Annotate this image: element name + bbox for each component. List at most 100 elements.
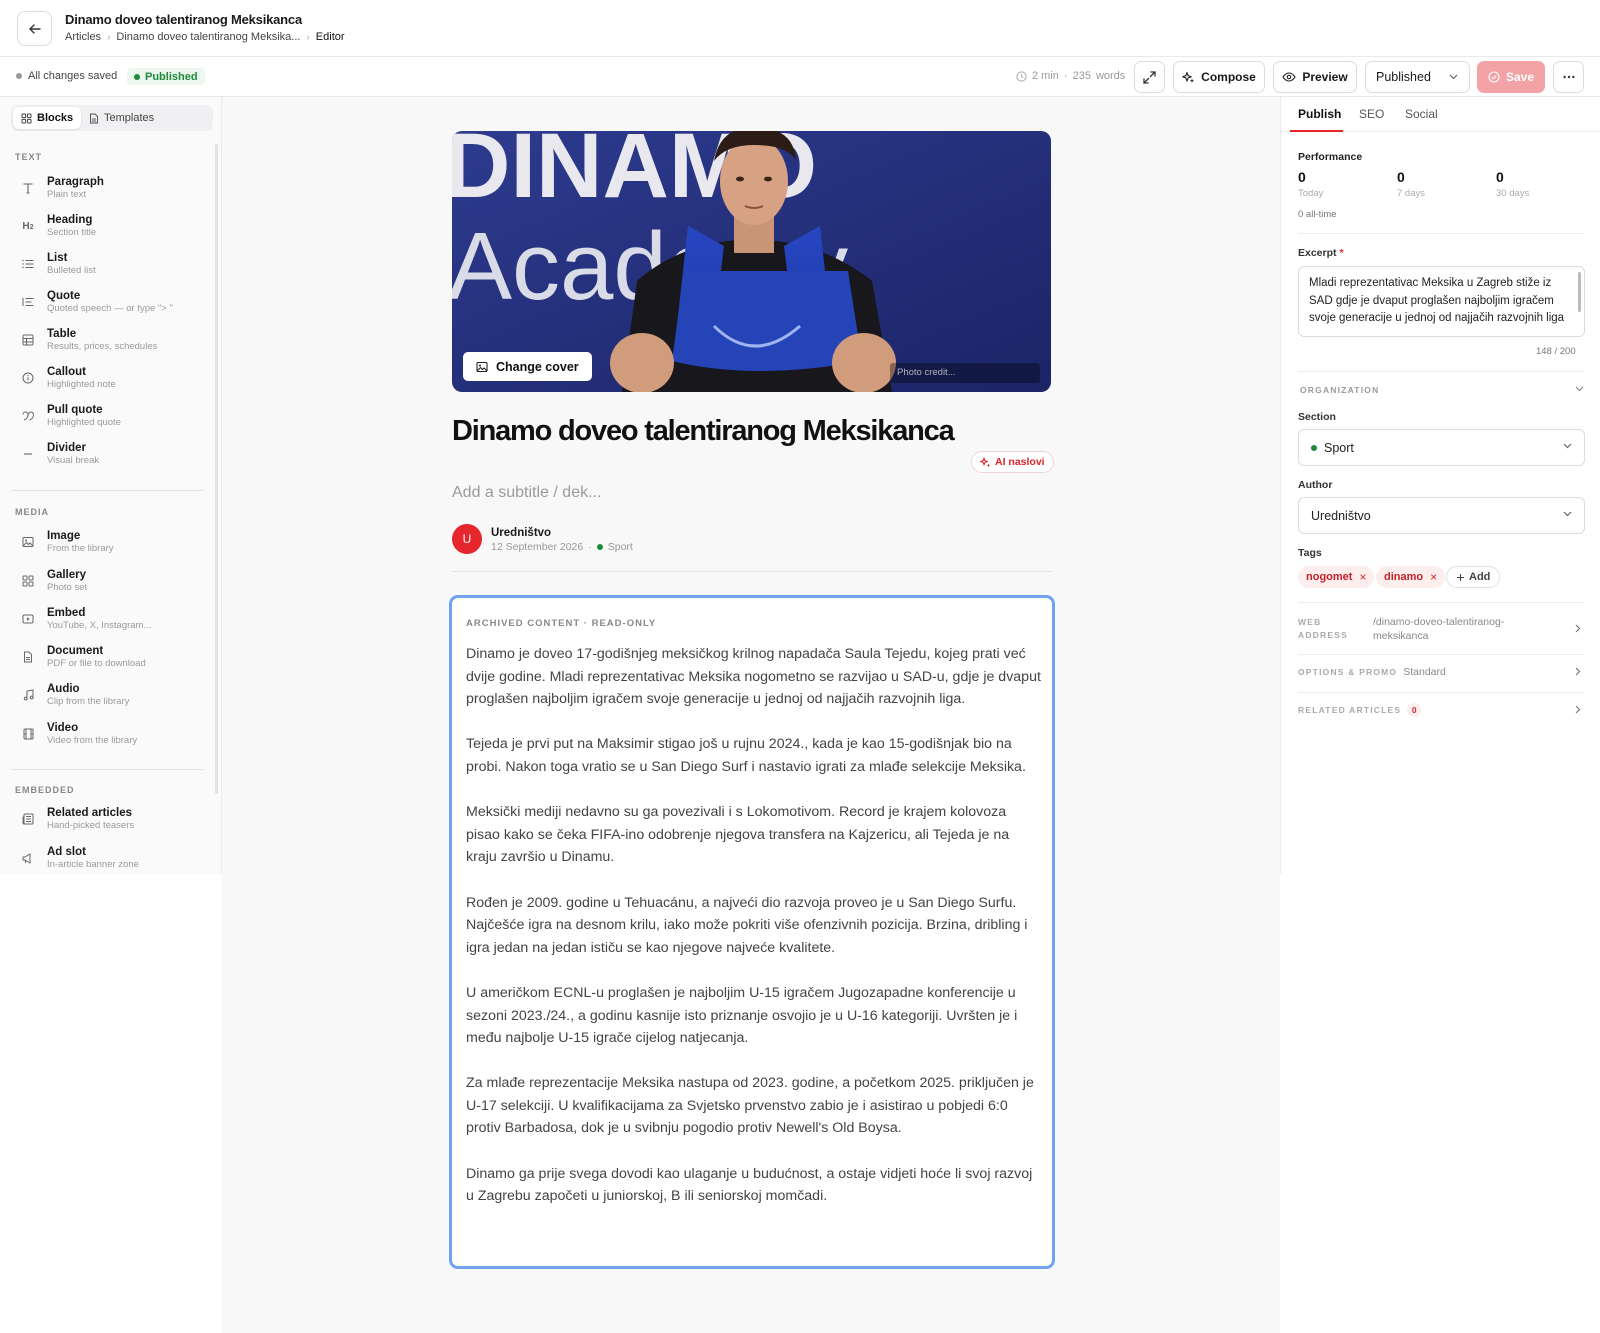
check-circle-icon xyxy=(1488,71,1500,83)
web-address-label-line: ADDRESS xyxy=(1298,630,1348,640)
more-horizontal-icon xyxy=(1562,75,1575,79)
block-embed[interactable]: Embed YouTube, X, Instagram... xyxy=(16,602,206,636)
block-quote[interactable]: Quote Quoted speech — or type "> " xyxy=(16,285,206,319)
word-count-value: 235 xyxy=(1072,70,1091,82)
block-divider[interactable]: Divider Visual break xyxy=(16,437,206,471)
chevron-down-icon[interactable] xyxy=(1575,386,1584,392)
chevron-down-icon xyxy=(1563,443,1572,449)
block-image[interactable]: Image From the library xyxy=(16,525,206,559)
block-gallery[interactable]: Gallery Photo set xyxy=(16,564,206,598)
breadcrumb-article[interactable]: Dinamo doveo talentiranog Meksika... xyxy=(116,31,300,43)
block-heading[interactable]: H2 Heading Section title xyxy=(16,209,206,243)
arrow-left-icon xyxy=(28,22,42,36)
excerpt-scrollbar[interactable] xyxy=(1578,272,1581,312)
block-callout[interactable]: Callout Highlighted note xyxy=(16,361,206,395)
options-promo-row[interactable]: OPTIONS & PROMO Standard xyxy=(1298,663,1585,681)
article-title[interactable]: Dinamo doveo talentiranog Meksikanca xyxy=(452,415,955,448)
cover-image[interactable]: DINAMO Academy Change cover Photo credit… xyxy=(452,131,1051,392)
block-pull-quote[interactable]: Pull quote Highlighted quote xyxy=(16,399,206,433)
options-value: Standard xyxy=(1403,666,1446,678)
image-icon xyxy=(476,361,488,373)
tab-publish[interactable]: Publish xyxy=(1298,107,1341,121)
block-audio[interactable]: Audio Clip from the library xyxy=(16,678,206,712)
web-address-row[interactable]: WEB ADDRESS /dinamo-doveo-talentiranog- … xyxy=(1298,612,1585,646)
block-name: Related articles xyxy=(47,807,133,819)
required-marker: * xyxy=(1339,247,1344,259)
more-button[interactable] xyxy=(1553,61,1584,93)
add-tag-button[interactable]: Add xyxy=(1446,566,1501,588)
excerpt-label: Excerpt * xyxy=(1298,247,1344,259)
settings-sidebar: Publish SEO Social Performance 0 Today 0… xyxy=(1280,97,1600,874)
status-select-value: Published xyxy=(1376,70,1431,84)
section-dot-icon xyxy=(1311,444,1317,451)
clock-icon xyxy=(1016,70,1027,82)
back-button[interactable] xyxy=(17,11,52,46)
info-icon xyxy=(16,366,40,390)
breadcrumb: Articles › Dinamo doveo talentiranog Mek… xyxy=(65,31,345,43)
editor-toolbar: All changes saved Published 2 min · 235 … xyxy=(0,57,1600,97)
tab-blocks-label: Blocks xyxy=(37,112,74,124)
preview-button[interactable]: Preview xyxy=(1273,61,1357,93)
fullscreen-button[interactable] xyxy=(1134,61,1165,93)
active-tab-indicator xyxy=(1290,130,1343,132)
block-paragraph[interactable]: Paragraph Plain text xyxy=(16,171,206,205)
section-header-embedded: EMBEDDED xyxy=(15,785,75,795)
embed-icon xyxy=(16,607,40,631)
section-select[interactable]: Sport xyxy=(1298,429,1585,466)
tab-social[interactable]: Social xyxy=(1405,107,1438,121)
breadcrumb-current: Editor xyxy=(315,31,345,43)
newspaper-icon xyxy=(16,807,40,831)
chevron-right-icon xyxy=(1575,667,1581,676)
organization-header[interactable]: ORGANIZATION xyxy=(1300,385,1379,395)
divider xyxy=(1298,654,1585,655)
breadcrumb-articles[interactable]: Articles xyxy=(65,31,101,43)
block-desc: PDF or file to download xyxy=(47,658,146,669)
save-button[interactable]: Save xyxy=(1477,61,1545,93)
section-label: Section xyxy=(1298,411,1336,423)
archived-content-block[interactable]: ARCHIVED CONTENT · READ-ONLY Dinamo je d… xyxy=(449,595,1055,1269)
photo-credit-input[interactable]: Photo credit... xyxy=(890,363,1040,383)
paragraph: Meksički mediji nedavno su ga povezivali… xyxy=(466,804,1010,866)
block-desc: Hand-picked teasers xyxy=(47,820,135,831)
plus-icon xyxy=(1456,573,1465,582)
paragraph: Dinamo ga prije svega dovodi kao ulaganj… xyxy=(466,1165,1033,1205)
block-desc: Bulleted list xyxy=(47,265,96,276)
remove-tag-icon[interactable]: × xyxy=(1359,570,1366,584)
word-count-unit: words xyxy=(1095,70,1126,82)
performance-title: Performance xyxy=(1298,151,1363,163)
excerpt-textarea[interactable]: Mladi reprezentativac Meksika u Zagreb s… xyxy=(1298,266,1585,337)
block-video[interactable]: Video Video from the library xyxy=(16,717,206,751)
subtitle-input[interactable]: Add a subtitle / dek... xyxy=(452,484,601,502)
remove-tag-icon[interactable]: × xyxy=(1430,570,1437,584)
type-icon xyxy=(16,176,40,200)
stat-label: 7 days xyxy=(1397,188,1425,199)
quote-icon xyxy=(16,290,40,314)
tab-templates[interactable]: Templates xyxy=(81,107,162,129)
article-meta: 12 September 2026 · Sport xyxy=(491,541,633,553)
paragraph: Tejeda je prvi put na Maksimir stigao jo… xyxy=(466,736,1026,775)
sidebar-scrollbar[interactable] xyxy=(215,144,218,794)
block-desc: YouTube, X, Instagram... xyxy=(47,620,152,631)
block-document[interactable]: Document PDF or file to download xyxy=(16,640,206,674)
compose-button[interactable]: Compose xyxy=(1173,61,1265,93)
related-articles-row[interactable]: RELATED ARTICLES 0 xyxy=(1298,701,1585,719)
ai-headlines-button[interactable]: AI naslovi xyxy=(971,451,1054,473)
block-related-articles[interactable]: Related articles Hand-picked teasers xyxy=(16,802,206,836)
block-ad-slot[interactable]: Ad slot In-article banner zone xyxy=(16,841,206,875)
tab-seo[interactable]: SEO xyxy=(1359,107,1384,121)
gallery-icon xyxy=(16,569,40,593)
stat-today: 0 Today xyxy=(1298,169,1323,199)
status-dot-icon xyxy=(134,73,140,80)
block-list[interactable]: List Bulleted list xyxy=(16,247,206,281)
meta-separator: · xyxy=(588,541,592,553)
tab-blocks[interactable]: Blocks xyxy=(13,107,82,129)
chevron-right-icon: › xyxy=(306,31,310,43)
block-table[interactable]: Table Results, prices, schedules xyxy=(16,323,206,357)
status-select[interactable]: Published xyxy=(1365,61,1470,93)
author-select[interactable]: Uredništvo xyxy=(1298,497,1585,534)
block-desc: Clip from the library xyxy=(47,696,130,707)
section-divider xyxy=(11,490,203,491)
block-desc: Plain text xyxy=(47,189,87,200)
change-cover-button[interactable]: Change cover xyxy=(463,352,592,381)
sparkles-icon xyxy=(1182,71,1195,84)
